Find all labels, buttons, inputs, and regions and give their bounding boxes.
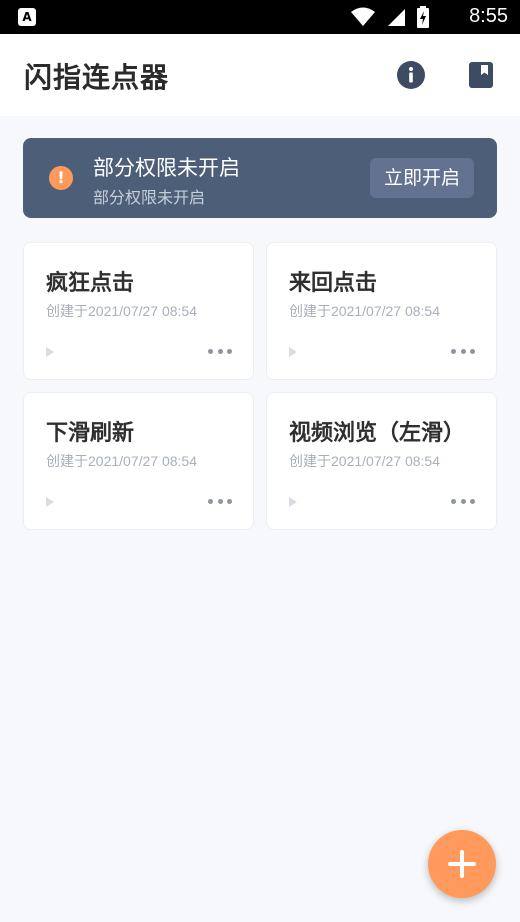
more-icon[interactable] [451,493,475,509]
card-created-date: 创建于2021/07/27 08:54 [289,303,440,319]
add-script-button[interactable] [428,830,496,898]
signal-icon [388,9,405,26]
card-title: 下滑刷新 [46,421,135,446]
card-title: 疯狂点击 [46,271,135,296]
wifi-icon [351,7,375,26]
script-card[interactable]: 疯狂点击 创建于2021/07/27 08:54 [23,242,254,380]
script-card[interactable]: 视频浏览（左滑） 创建于2021/07/27 08:54 [266,392,497,530]
battery-charging-icon [417,6,429,28]
banner-subtitle: 部分权限未开启 [93,188,206,207]
status-bar: A 8:55 [0,0,520,34]
card-created-date: 创建于2021/07/27 08:54 [46,453,197,469]
permission-banner: ! 部分权限未开启 部分权限未开启 立即开启 [23,138,497,218]
status-time: 8:55 [469,5,508,27]
more-icon[interactable] [451,343,475,359]
info-button[interactable] [396,60,426,90]
app-notification-icon: A [18,8,36,26]
more-icon[interactable] [208,343,232,359]
play-icon[interactable] [289,495,303,509]
play-icon[interactable] [46,495,60,509]
more-icon[interactable] [208,493,232,509]
bookmark-icon [469,62,493,88]
card-created-date: 创建于2021/07/27 08:54 [289,453,440,469]
card-title: 视频浏览（左滑） [289,421,466,446]
app-header: 闪指连点器 [0,34,520,116]
info-icon [397,61,425,89]
card-title: 来回点击 [289,271,378,296]
bookmark-button[interactable] [466,60,496,90]
play-icon[interactable] [289,345,303,359]
enable-now-button[interactable]: 立即开启 [370,158,474,198]
card-created-date: 创建于2021/07/27 08:54 [46,303,197,319]
script-card[interactable]: 来回点击 创建于2021/07/27 08:54 [266,242,497,380]
play-icon[interactable] [46,345,60,359]
banner-title: 部分权限未开启 [93,156,240,180]
warning-icon: ! [49,166,73,190]
script-card[interactable]: 下滑刷新 创建于2021/07/27 08:54 [23,392,254,530]
page-title: 闪指连点器 [24,61,170,94]
